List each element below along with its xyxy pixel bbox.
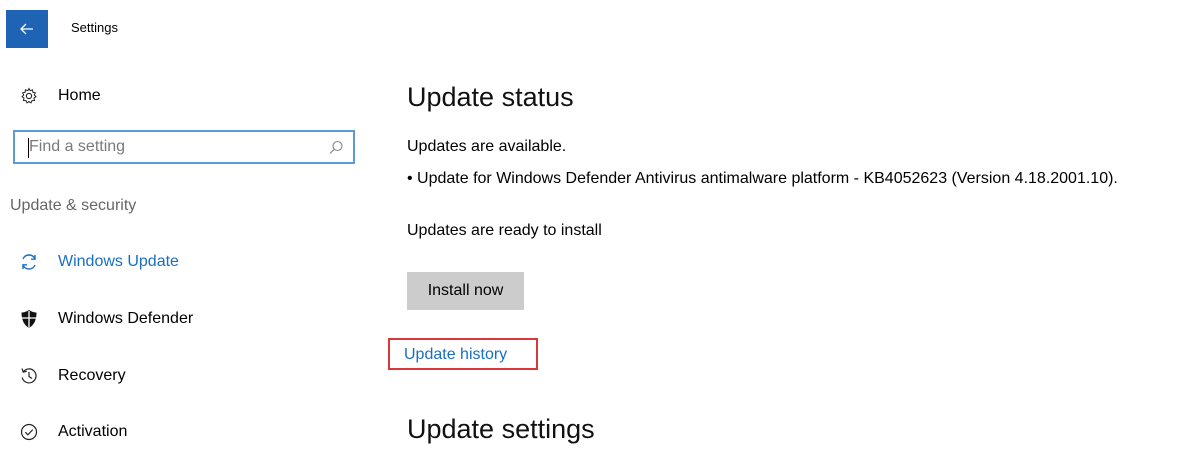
sidebar-item-label: Home (58, 87, 101, 104)
main-content: Update status Updates are available. • U… (380, 48, 1179, 444)
sidebar: Home Update & security Windows Update (0, 60, 380, 442)
shield-icon (18, 308, 40, 330)
search-input[interactable] (29, 137, 319, 157)
section-label: Update & security (10, 197, 137, 214)
app-title: Settings (71, 20, 118, 35)
updates-available-text: Updates are available. (407, 138, 567, 155)
search-field[interactable] (13, 130, 355, 164)
update-history-link[interactable]: Update history (404, 346, 507, 364)
back-button[interactable] (6, 10, 48, 48)
install-now-button[interactable]: Install now (407, 272, 524, 310)
ready-to-install-text: Updates are ready to install (407, 222, 602, 239)
sidebar-item-activation[interactable]: Activation (0, 412, 260, 452)
sidebar-item-windows-update[interactable]: Windows Update (0, 242, 260, 282)
search-icon[interactable] (327, 139, 345, 157)
sidebar-item-windows-defender[interactable]: Windows Defender (0, 299, 260, 339)
sidebar-item-recovery[interactable]: Recovery (0, 356, 260, 396)
title-bar: Settings (0, 0, 1179, 48)
update-status-heading: Update status (407, 82, 574, 112)
update-list-item: • Update for Windows Defender Antivirus … (407, 170, 1118, 187)
sidebar-item-home[interactable]: Home (0, 76, 200, 116)
update-settings-heading: Update settings (407, 414, 595, 444)
refresh-icon (18, 251, 40, 273)
back-arrow-icon (20, 23, 33, 35)
gear-icon (18, 85, 40, 107)
sidebar-item-label: Activation (58, 423, 128, 440)
sidebar-item-label: Windows Update (58, 253, 179, 270)
sidebar-item-label: Recovery (58, 367, 126, 384)
sidebar-item-label: Windows Defender (58, 310, 194, 327)
check-circle-icon (18, 421, 40, 443)
history-icon (18, 365, 40, 387)
